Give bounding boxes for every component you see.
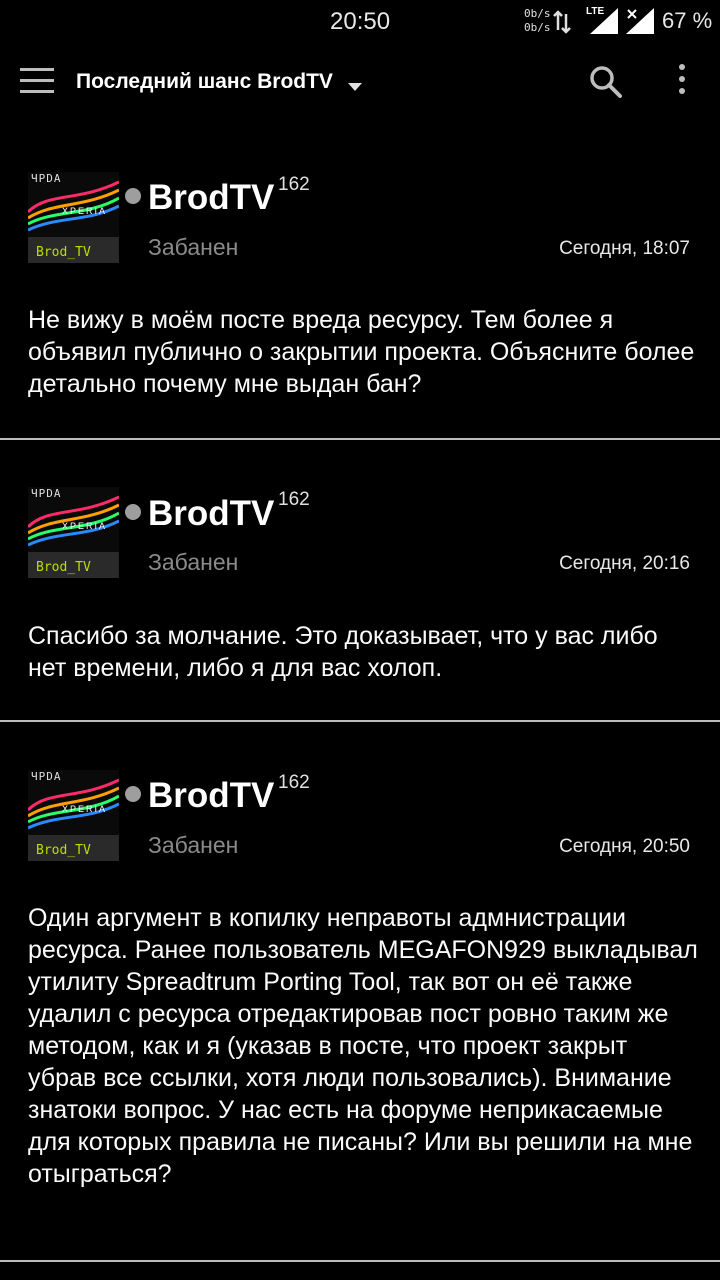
avatar-xperia-text: XPERIA: [62, 804, 108, 814]
battery-level: 67 %: [662, 8, 713, 33]
post: ЧPDA XPERIA Brod_TV BrodTV 162 Забанен С…: [0, 120, 720, 440]
page-title[interactable]: Последний шанс BrodTV: [76, 70, 333, 94]
avatar[interactable]: ЧPDA XPERIA Brod_TV: [28, 487, 119, 578]
username[interactable]: BrodTV: [148, 178, 274, 218]
reputation-count[interactable]: 162: [278, 772, 310, 794]
avatar-name-text: Brod_TV: [36, 843, 91, 858]
avatar-name-text: Brod_TV: [36, 245, 91, 260]
hamburger-menu-icon[interactable]: [20, 68, 54, 94]
avatar[interactable]: ЧPDA XPERIA Brod_TV: [28, 770, 119, 861]
post-date: Сегодня, 20:50: [559, 836, 690, 857]
network-speed-up: 0b/s: [524, 7, 551, 20]
post-date: Сегодня, 18:07: [559, 238, 690, 259]
post-text: Спасибо за молчание. Это доказывает, что…: [28, 622, 658, 682]
reputation-count[interactable]: 162: [278, 489, 310, 511]
network-speed-down: 0b/s: [524, 21, 551, 34]
post-text: Один аргумент в копилку неправоты адмнис…: [28, 904, 698, 1188]
avatar-name-text: Brod_TV: [36, 560, 91, 575]
more-vertical-icon[interactable]: [672, 64, 692, 100]
post: ЧPDA XPERIA Brod_TV BrodTV 162 Забанен С…: [0, 722, 720, 1262]
avatar-xperia-text: XPERIA: [62, 521, 108, 531]
post-date: Сегодня, 20:16: [559, 553, 690, 574]
user-status: Забанен: [148, 549, 239, 575]
triangle-down-icon[interactable]: [348, 78, 362, 96]
avatar-xperia-text: XPERIA: [62, 206, 108, 216]
offline-status-dot: [125, 188, 141, 204]
username[interactable]: BrodTV: [148, 494, 274, 534]
status-time: 20:50: [330, 8, 391, 35]
offline-status-dot: [125, 504, 141, 520]
status-bar: 20:50 0b/s 0b/s LTE 67 %: [0, 0, 720, 44]
signal-no-service-icon: [626, 8, 654, 39]
user-status: Забанен: [148, 234, 239, 260]
data-transfer-icon: [553, 10, 571, 39]
avatar-logo-text: ЧPDA: [31, 487, 62, 500]
reputation-count[interactable]: 162: [278, 174, 310, 196]
user-status: Забанен: [148, 832, 239, 858]
avatar-logo-text: ЧPDA: [31, 770, 62, 783]
post-divider: [0, 1260, 720, 1262]
post: ЧPDA XPERIA Brod_TV BrodTV 162 Забанен С…: [0, 440, 720, 722]
post-text: Не вижу в моём посте вреда ресурсу. Тем …: [28, 306, 695, 398]
network-speed: 0b/s 0b/s: [524, 7, 551, 35]
avatar[interactable]: ЧPDA XPERIA Brod_TV: [28, 172, 119, 263]
network-type: LTE: [586, 6, 605, 17]
offline-status-dot: [125, 786, 141, 802]
avatar-logo-text: ЧPDA: [31, 172, 62, 185]
toolbar: Последний шанс BrodTV: [0, 44, 720, 120]
search-icon[interactable]: [588, 64, 622, 103]
username[interactable]: BrodTV: [148, 776, 274, 816]
